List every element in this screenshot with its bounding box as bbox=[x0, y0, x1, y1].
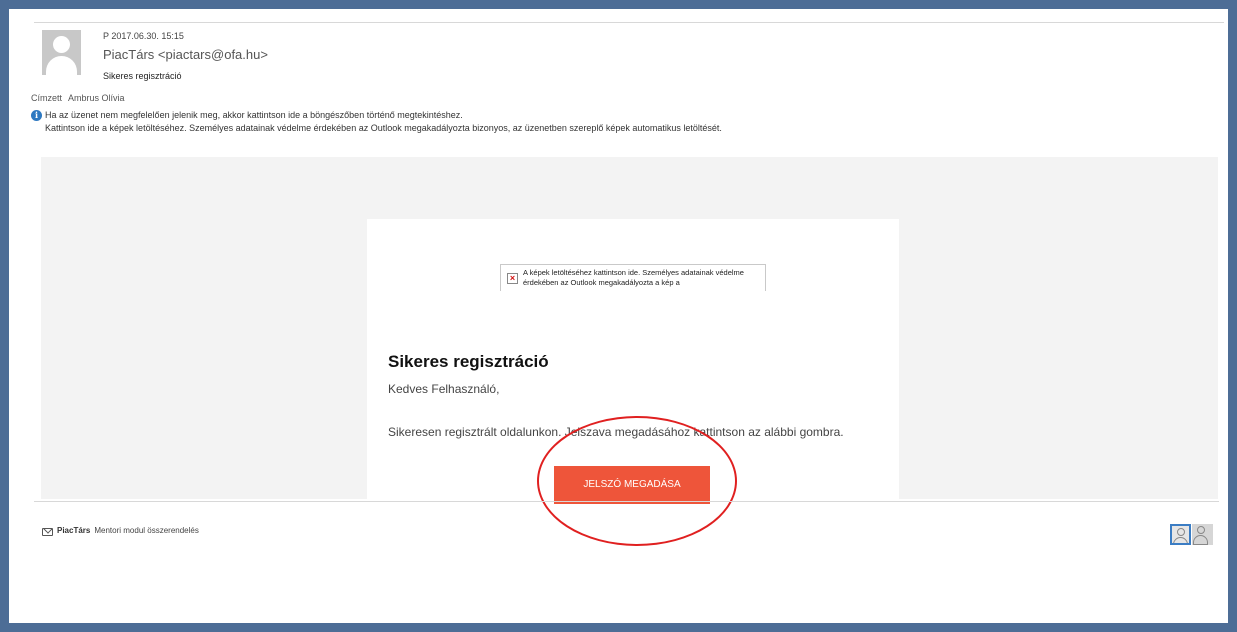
email-title: Sikeres regisztráció bbox=[388, 352, 549, 371]
related-message-sender: PiacTárs bbox=[57, 526, 91, 535]
person-body bbox=[1173, 537, 1188, 543]
person-head bbox=[1197, 526, 1205, 534]
reading-pane: P 2017.06.30. 15:15 PiacTárs <piactars@o… bbox=[9, 9, 1228, 623]
message-subject: Sikeres regisztráció bbox=[103, 71, 182, 81]
message-date: P 2017.06.30. 15:15 bbox=[103, 31, 184, 41]
related-message-subject: Mentori modul összerendelés bbox=[94, 526, 199, 535]
divider bbox=[34, 501, 1219, 502]
email-card: × A képek letöltéséhez kattintson ide. S… bbox=[367, 219, 899, 504]
divider bbox=[34, 22, 1224, 23]
recipient-label: Címzett bbox=[31, 93, 63, 103]
people-pane-icon[interactable] bbox=[1192, 524, 1213, 545]
avatar-body bbox=[46, 56, 77, 75]
download-images-link[interactable]: Kattintson ide a képek letöltéséhez. Sze… bbox=[45, 123, 722, 133]
recipient-row: Címzett Ambrus Olívia bbox=[31, 93, 125, 103]
info-icon: i bbox=[31, 110, 42, 121]
email-body-text: Sikeresen regisztrált oldalunkon. Jelsza… bbox=[388, 425, 844, 439]
broken-image-icon: × bbox=[507, 273, 518, 284]
person-body bbox=[1193, 535, 1208, 545]
sender-avatar[interactable] bbox=[42, 30, 81, 75]
email-greeting: Kedves Felhasználó, bbox=[388, 382, 500, 396]
recipient-name[interactable]: Ambrus Olívia bbox=[68, 93, 125, 103]
person-icon[interactable] bbox=[1170, 524, 1191, 545]
blocked-image[interactable]: × A képek letöltéséhez kattintson ide. S… bbox=[500, 264, 766, 291]
view-in-browser-link[interactable]: Ha az üzenet nem megfelelően jelenik meg… bbox=[45, 110, 463, 120]
message-sender[interactable]: PiacTárs <piactars@ofa.hu> bbox=[103, 47, 268, 62]
envelope-icon bbox=[42, 528, 53, 536]
set-password-button[interactable]: JELSZÓ MEGADÁSA bbox=[554, 466, 710, 504]
person-head bbox=[1177, 528, 1185, 536]
avatar-head bbox=[53, 36, 70, 53]
related-message[interactable]: PiacTárs Mentori modul összerendelés bbox=[57, 526, 199, 535]
blocked-image-alt-text: A képek letöltéséhez kattintson ide. Sze… bbox=[523, 268, 744, 287]
